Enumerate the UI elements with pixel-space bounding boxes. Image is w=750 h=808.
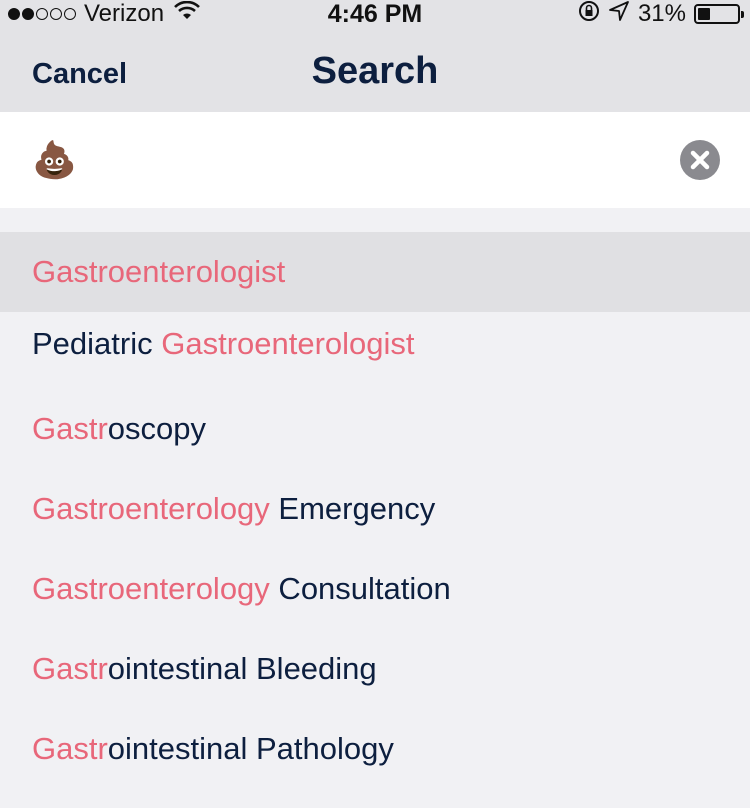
search-bar (0, 112, 750, 208)
result-item[interactable]: Pediatric Gastroenterologist (0, 312, 750, 376)
clear-circle-icon[interactable] (680, 140, 720, 180)
result-item[interactable]: Gastroenterology Emergency (0, 472, 750, 546)
battery-icon (694, 4, 744, 24)
result-match-text: Gastroenterologist (161, 326, 415, 361)
result-match-text: Gastr (32, 651, 108, 686)
result-match-text: Gastroenterologist (32, 254, 286, 289)
result-item[interactable]: Gastroenterology Consultation (0, 552, 750, 626)
status-bar: Verizon 4:46 PM 31% (0, 0, 750, 28)
search-input[interactable] (32, 134, 632, 186)
location-arrow-icon (608, 0, 630, 29)
result-rest-text: Emergency (269, 491, 436, 526)
result-match-text: Gastr (32, 411, 108, 446)
result-prefix-text: Pediatric (32, 326, 162, 361)
battery-percent: 31% (637, 0, 686, 27)
status-right-group: 31% (578, 0, 744, 29)
result-rest-text: ointestinal Pathology (107, 731, 394, 766)
nav-bar: Cancel Search (0, 28, 750, 112)
result-item[interactable]: Gastr ointestinal Pathology (0, 712, 750, 786)
result-rest-text: Consultation (269, 571, 451, 606)
result-match-text: Gastr (32, 731, 108, 766)
result-item[interactable]: Gastr oscopy (0, 392, 750, 466)
rotation-lock-icon (578, 0, 600, 29)
page-title: Search (311, 50, 439, 92)
result-match-text: Gastroenterology (32, 571, 270, 606)
result-rest-text: ointestinal Bleeding (107, 651, 377, 686)
result-item[interactable]: Gastr ointestinal Bleeding (0, 632, 750, 706)
result-item[interactable]: Gastroenterologist (0, 232, 750, 312)
result-rest-text: oscopy (107, 411, 207, 446)
result-match-text: Gastroenterology (32, 491, 270, 526)
